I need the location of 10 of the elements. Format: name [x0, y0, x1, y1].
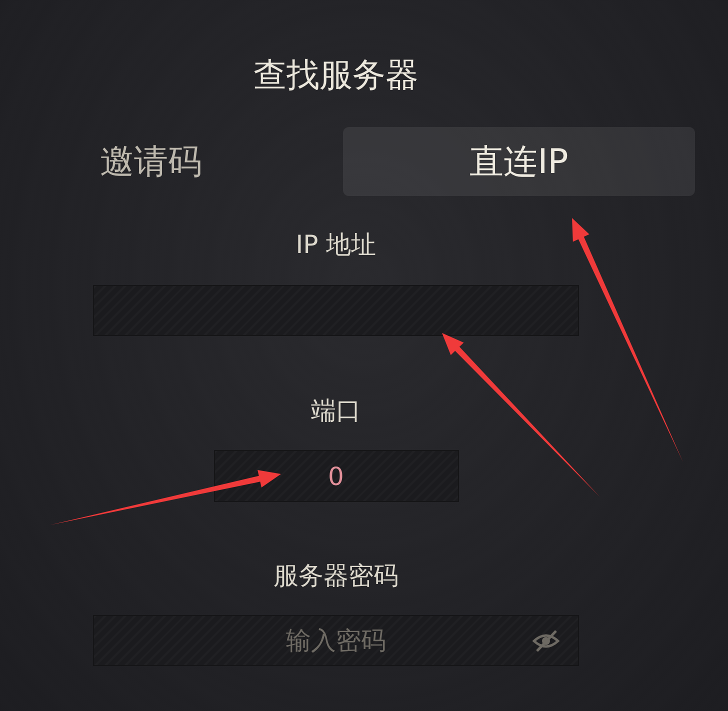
port-field[interactable]: 0	[214, 450, 458, 502]
password-field[interactable]: 输入密码	[93, 615, 579, 666]
tab[interactable]: 直连IP	[343, 127, 695, 196]
eye-slash-icon[interactable]	[531, 629, 561, 653]
ip-address-field[interactable]	[93, 285, 579, 336]
field-label: 端口	[311, 396, 361, 426]
tab[interactable]: 邀请码	[0, 127, 302, 196]
field-label: 服务器密码	[274, 561, 398, 591]
dialog-title: 查找服务器	[252, 55, 420, 95]
field-label: IP 地址	[296, 230, 376, 260]
